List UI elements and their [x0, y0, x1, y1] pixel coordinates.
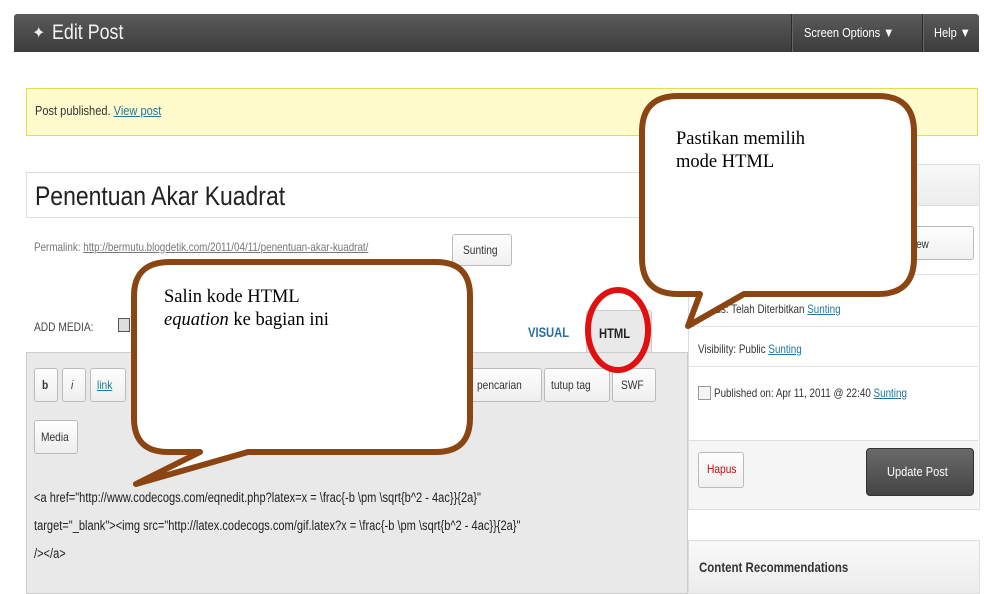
- annotation-overlay: [131, 93, 917, 487]
- right-callout-text: Pastikan memilih mode HTML: [676, 129, 805, 172]
- left-callout-text: Salin kode HTML equation ke bagian ini: [164, 287, 329, 330]
- html-tab-highlight-ring: [585, 287, 651, 373]
